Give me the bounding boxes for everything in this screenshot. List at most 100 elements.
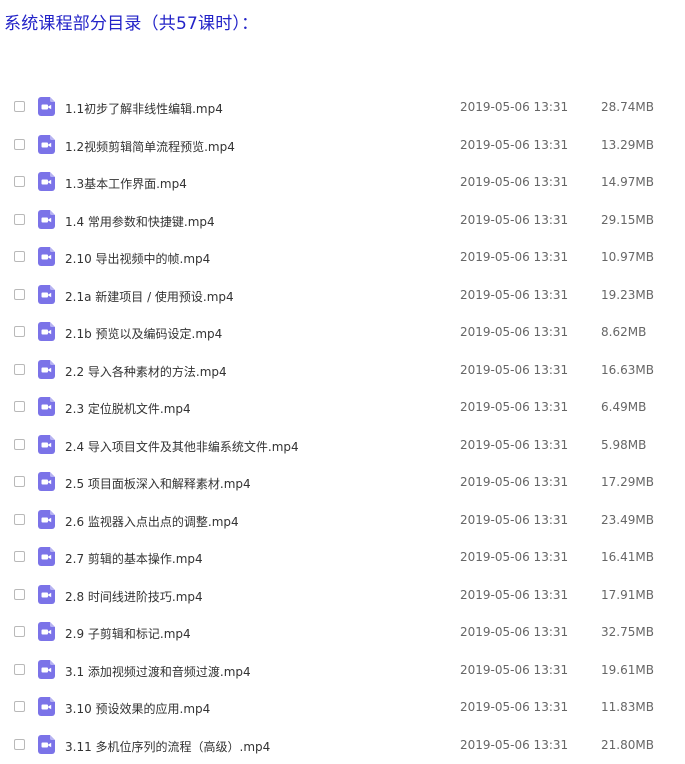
file-row[interactable]: 2.6 监视器入点出点的调整.mp4 2019-05-06 13:31 23.4… — [0, 502, 685, 540]
file-checkbox[interactable] — [14, 139, 25, 150]
file-row[interactable]: 2.1b 预览以及编码设定.mp4 2019-05-06 13:31 8.62M… — [0, 314, 685, 352]
file-checkbox[interactable] — [14, 289, 25, 300]
file-checkbox[interactable] — [14, 364, 25, 375]
video-file-icon — [38, 360, 55, 379]
video-file-icon — [38, 247, 55, 266]
file-date: 2019-05-06 13:31 — [460, 288, 568, 302]
file-checkbox[interactable] — [14, 101, 25, 112]
file-size: 16.63MB — [601, 363, 654, 377]
file-date: 2019-05-06 13:31 — [460, 175, 568, 189]
video-file-icon — [38, 547, 55, 566]
file-checkbox[interactable] — [14, 626, 25, 637]
file-size: 11.83MB — [601, 700, 654, 714]
file-name[interactable]: 2.5 项目面板深入和解释素材.mp4 — [65, 475, 251, 492]
file-checkbox[interactable] — [14, 551, 25, 562]
file-row[interactable]: 1.4 常用参数和快捷键.mp4 2019-05-06 13:31 29.15M… — [0, 202, 685, 240]
video-file-icon — [38, 510, 55, 529]
file-row[interactable]: 2.1a 新建项目 / 使用预设.mp4 2019-05-06 13:31 19… — [0, 277, 685, 315]
file-date: 2019-05-06 13:31 — [460, 700, 568, 714]
video-file-icon — [38, 735, 55, 754]
file-size: 21.80MB — [601, 738, 654, 752]
file-checkbox[interactable] — [14, 214, 25, 225]
file-row[interactable]: 2.2 导入各种素材的方法.mp4 2019-05-06 13:31 16.63… — [0, 352, 685, 390]
file-size: 29.15MB — [601, 213, 654, 227]
page-title: 系统课程部分目录（共57课时）： — [4, 9, 258, 34]
video-file-icon — [38, 97, 55, 116]
file-size: 32.75MB — [601, 625, 654, 639]
file-row[interactable]: 1.1初步了解非线性编辑.mp4 2019-05-06 13:31 28.74M… — [0, 89, 685, 127]
file-date: 2019-05-06 13:31 — [460, 213, 568, 227]
file-size: 10.97MB — [601, 250, 654, 264]
file-date: 2019-05-06 13:31 — [460, 325, 568, 339]
file-checkbox[interactable] — [14, 514, 25, 525]
file-row[interactable]: 2.9 子剪辑和标记.mp4 2019-05-06 13:31 32.75MB — [0, 614, 685, 652]
file-name[interactable]: 1.2视频剪辑简单流程预览.mp4 — [65, 138, 235, 155]
file-date: 2019-05-06 13:31 — [460, 250, 568, 264]
file-name[interactable]: 2.4 导入项目文件及其他非编系统文件.mp4 — [65, 438, 299, 455]
file-row[interactable]: 2.3 定位脱机文件.mp4 2019-05-06 13:31 6.49MB — [0, 389, 685, 427]
file-checkbox[interactable] — [14, 326, 25, 337]
video-file-icon — [38, 660, 55, 679]
file-date: 2019-05-06 13:31 — [460, 663, 568, 677]
file-name[interactable]: 3.1 添加视频过渡和音频过渡.mp4 — [65, 663, 251, 680]
video-file-icon — [38, 135, 55, 154]
video-file-icon — [38, 397, 55, 416]
file-row[interactable]: 2.10 导出视频中的帧.mp4 2019-05-06 13:31 10.97M… — [0, 239, 685, 277]
file-checkbox[interactable] — [14, 476, 25, 487]
file-size: 17.91MB — [601, 588, 654, 602]
file-checkbox[interactable] — [14, 401, 25, 412]
file-date: 2019-05-06 13:31 — [460, 513, 568, 527]
file-checkbox[interactable] — [14, 589, 25, 600]
file-name[interactable]: 2.8 时间线进阶技巧.mp4 — [65, 588, 203, 605]
file-row[interactable]: 3.10 预设效果的应用.mp4 2019-05-06 13:31 11.83M… — [0, 689, 685, 727]
file-name[interactable]: 2.3 定位脱机文件.mp4 — [65, 400, 191, 417]
file-name[interactable]: 2.2 导入各种素材的方法.mp4 — [65, 363, 227, 380]
file-date: 2019-05-06 13:31 — [460, 400, 568, 414]
file-size: 14.97MB — [601, 175, 654, 189]
file-row[interactable]: 1.2视频剪辑简单流程预览.mp4 2019-05-06 13:31 13.29… — [0, 127, 685, 165]
file-size: 16.41MB — [601, 550, 654, 564]
file-row[interactable]: 2.7 剪辑的基本操作.mp4 2019-05-06 13:31 16.41MB — [0, 539, 685, 577]
file-name[interactable]: 1.4 常用参数和快捷键.mp4 — [65, 213, 215, 230]
file-checkbox[interactable] — [14, 176, 25, 187]
file-name[interactable]: 3.10 预设效果的应用.mp4 — [65, 700, 210, 717]
file-name[interactable]: 3.11 多机位序列的流程（高级）.mp4 — [65, 738, 270, 755]
file-size: 6.49MB — [601, 400, 646, 414]
file-name[interactable]: 1.1初步了解非线性编辑.mp4 — [65, 100, 223, 117]
file-date: 2019-05-06 13:31 — [460, 363, 568, 377]
file-checkbox[interactable] — [14, 701, 25, 712]
video-file-icon — [38, 472, 55, 491]
file-name[interactable]: 2.1b 预览以及编码设定.mp4 — [65, 325, 222, 342]
video-file-icon — [38, 435, 55, 454]
file-row[interactable]: 2.5 项目面板深入和解释素材.mp4 2019-05-06 13:31 17.… — [0, 464, 685, 502]
file-size: 13.29MB — [601, 138, 654, 152]
file-checkbox[interactable] — [14, 251, 25, 262]
file-row[interactable]: 3.1 添加视频过渡和音频过渡.mp4 2019-05-06 13:31 19.… — [0, 652, 685, 690]
file-size: 19.23MB — [601, 288, 654, 302]
file-name[interactable]: 2.6 监视器入点出点的调整.mp4 — [65, 513, 239, 530]
file-size: 17.29MB — [601, 475, 654, 489]
file-checkbox[interactable] — [14, 664, 25, 675]
file-row[interactable]: 2.8 时间线进阶技巧.mp4 2019-05-06 13:31 17.91MB — [0, 577, 685, 615]
file-size: 28.74MB — [601, 100, 654, 114]
file-name[interactable]: 2.1a 新建项目 / 使用预设.mp4 — [65, 288, 234, 305]
video-file-icon — [38, 585, 55, 604]
file-date: 2019-05-06 13:31 — [460, 738, 568, 752]
file-row[interactable]: 1.3基本工作界面.mp4 2019-05-06 13:31 14.97MB — [0, 164, 685, 202]
file-checkbox[interactable] — [14, 439, 25, 450]
video-file-icon — [38, 622, 55, 641]
file-date: 2019-05-06 13:31 — [460, 138, 568, 152]
file-row[interactable]: 2.4 导入项目文件及其他非编系统文件.mp4 2019-05-06 13:31… — [0, 427, 685, 465]
video-file-icon — [38, 210, 55, 229]
file-size: 8.62MB — [601, 325, 646, 339]
file-row[interactable]: 3.11 多机位序列的流程（高级）.mp4 2019-05-06 13:31 2… — [0, 727, 685, 764]
file-name[interactable]: 2.7 剪辑的基本操作.mp4 — [65, 550, 203, 567]
video-file-icon — [38, 172, 55, 191]
file-size: 5.98MB — [601, 438, 646, 452]
file-date: 2019-05-06 13:31 — [460, 438, 568, 452]
file-date: 2019-05-06 13:31 — [460, 588, 568, 602]
file-name[interactable]: 2.9 子剪辑和标记.mp4 — [65, 625, 191, 642]
file-name[interactable]: 1.3基本工作界面.mp4 — [65, 175, 187, 192]
file-checkbox[interactable] — [14, 739, 25, 750]
file-name[interactable]: 2.10 导出视频中的帧.mp4 — [65, 250, 210, 267]
